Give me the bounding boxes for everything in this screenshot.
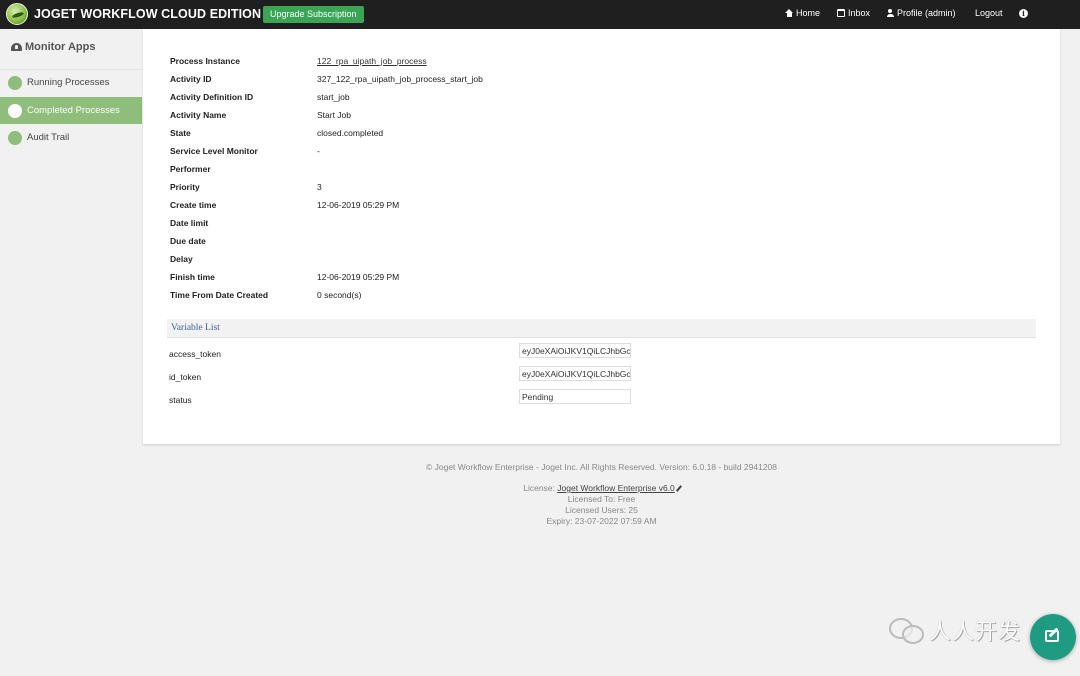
detail-value: 12-06-2019 05:29 PM [317,200,400,210]
access-token-field[interactable]: eyJ0eXAiOiJKV1QiLCJhbGciOiJSUzI1NiJ9 [519,343,631,358]
variable-name-access-token: access_token [169,349,221,359]
joget-logo-icon[interactable] [6,3,28,25]
circle-icon [8,75,22,90]
sidebar-item-label: Completed Processes [27,105,120,116]
upgrade-subscription-button[interactable]: Upgrade Subscription [263,6,364,23]
variable-list-title: Variable List [171,323,220,333]
dashboard-icon [11,43,22,51]
edit-fab-button[interactable] [1030,614,1076,660]
detail-label: Create time [170,200,217,210]
footer-copyright: © Joget Workflow Enterprise - Joget Inc.… [425,462,777,472]
nav-profile-label: Profile (admin) [897,8,956,18]
detail-label: Delay [170,254,193,264]
pencil-icon[interactable] [675,485,682,492]
detail-label: Process Instance [170,56,240,66]
circle-icon [8,103,22,118]
detail-value: 0 second(s) [317,290,362,300]
license-link[interactable]: Joget Workflow Enterprise v6.0 [557,483,674,493]
top-navbar: JOGET WORKFLOW CLOUD EDITION Upgrade Sub… [0,0,1080,29]
nav-logout-link[interactable]: Logout [975,8,1003,18]
id-token-field[interactable]: eyJ0eXAiOiJKV1QiLCJhbGciOiJSUzI1NiJ9 [519,366,631,381]
detail-value: closed.completed [317,128,384,138]
process-instance-link[interactable]: 122_rpa_uipath_job_process [317,56,427,66]
footer-license: License: Joget Workflow Enterprise v6.0 [143,483,1060,493]
status-field[interactable]: Pending [519,389,631,404]
footer-licensed-to: Licensed To: Free [567,494,636,504]
detail-value: 12-06-2019 05:29 PM [317,272,400,282]
nav-profile-link[interactable]: Profile (admin) [886,8,956,18]
watermark-text: 人人开发 [929,620,1022,645]
detail-label: Service Level Monitor [170,146,258,156]
brand-title[interactable]: JOGET WORKFLOW CLOUD EDITION [34,7,261,21]
sidebar-item-completed-processes[interactable]: Completed Processes [0,97,142,124]
chat-bubbles-icon [889,618,924,644]
info-icon[interactable]: i [1019,9,1028,18]
sidebar-title-label: Monitor Apps [25,41,96,53]
detail-label: Finish time [170,272,215,282]
detail-value: 327_122_rpa_uipath_job_process_start_job [317,74,483,84]
nav-home-label: Home [796,8,821,18]
detail-value: Start Job [317,110,352,120]
detail-label: Time From Date Created [170,290,269,300]
edit-icon [1045,630,1059,642]
nav-home-link[interactable]: Home [785,8,820,18]
detail-label: Activity Definition ID [170,92,254,102]
detail-value: 3 [317,182,322,192]
variable-name-id-token: id_token [169,372,202,382]
detail-value: start_job [317,92,350,102]
variable-list-header: Variable List [167,319,1036,338]
nav-logout-label: Logout [975,8,1003,18]
footer-licensed-users: Licensed Users: 25 [565,505,638,515]
variable-name-status: status [169,395,192,405]
detail-value: - [317,146,320,156]
watermark: 人人开发 [889,614,1021,646]
sidebar-title: Monitor Apps [11,41,95,53]
home-icon [785,9,793,17]
activity-detail-panel: Process Instance 122_rpa_uipath_job_proc… [143,29,1060,444]
footer-expiry: Expiry: 23-07-2022 07:59 AM [546,516,657,526]
detail-label: Priority [170,182,200,192]
detail-label: Activity Name [170,110,227,120]
license-prefix: License: [523,483,555,493]
detail-label: Activity ID [170,74,212,84]
inbox-icon [837,9,845,17]
nav-inbox-label: Inbox [848,8,871,18]
detail-label: Date limit [170,218,209,228]
detail-label: State [170,128,191,138]
sidebar-item-running-processes[interactable]: Running Processes [0,69,142,96]
detail-label: Performer [170,164,211,174]
sidebar-item-label: Running Processes [27,77,110,88]
sidebar-item-label: Audit Trail [27,132,70,143]
sidebar: Monitor Apps Running Processes Completed… [0,29,142,676]
detail-label: Due date [170,236,206,246]
circle-icon [8,130,22,145]
nav-inbox-link[interactable]: Inbox [837,8,870,18]
user-icon [886,9,894,17]
sidebar-item-audit-trail[interactable]: Audit Trail [0,124,142,151]
